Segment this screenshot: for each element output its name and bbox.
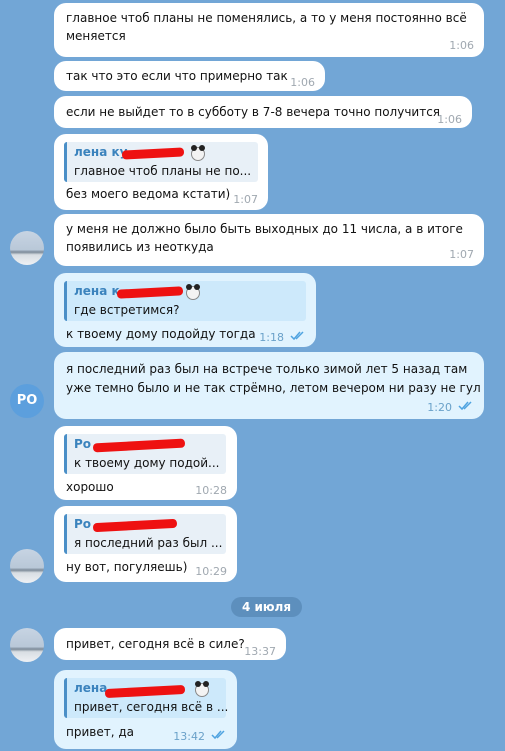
read-check-icon [458, 401, 472, 411]
read-check-icon [290, 331, 304, 341]
message-time: 1:06 [290, 76, 315, 89]
message-time: 13:37 [244, 645, 276, 658]
message-bubble[interactable]: у меня не должно было быть выходных до 1… [54, 214, 484, 266]
message-bubble[interactable]: Ро к твоему дому подой... хорошо 10:28 [54, 426, 237, 500]
reply-preview[interactable]: лена привет, сегодня всё в ... [64, 678, 229, 718]
message-text: я последний раз был на встрече только зи… [66, 362, 468, 376]
date-separator: 4 июля [231, 597, 302, 617]
message-time: 13:42 [173, 730, 205, 743]
message-time: 1:06 [437, 113, 462, 126]
message-bubble[interactable]: лена привет, сегодня всё в ... привет, д… [54, 670, 237, 749]
message-bubble[interactable]: главное чтоб планы не поменялись, а то у… [54, 3, 484, 57]
redaction-mark [92, 438, 186, 453]
panda-emoji-icon [186, 284, 200, 300]
read-check-icon [211, 730, 225, 740]
reply-author: лена к [74, 284, 120, 298]
reply-author: Ро [74, 437, 92, 451]
message-text: появились из неоткуда [66, 240, 214, 254]
message-bubble[interactable]: так что это если что примерно так 1:06 [54, 61, 325, 91]
message-text: к твоему дому подойду тогда [66, 327, 256, 341]
redaction-mark [116, 286, 184, 299]
avatar[interactable] [10, 549, 44, 583]
redaction-mark [121, 147, 185, 160]
message-bubble[interactable]: Ро я последний раз был ... ну вот, погул… [54, 506, 237, 582]
reply-author: лена [74, 681, 108, 695]
message-bubble[interactable]: лена к где встретимся? к твоему дому под… [54, 273, 316, 347]
message-text: меняется [66, 29, 126, 43]
message-time: 1:07 [233, 193, 258, 206]
redaction-mark [104, 684, 186, 699]
message-text: ну вот, погуляешь) [66, 560, 188, 574]
panda-emoji-icon [191, 145, 205, 161]
message-text: привет, да [66, 725, 134, 739]
message-time: 10:28 [195, 484, 227, 497]
reply-snippet: я последний раз был ... [74, 536, 223, 550]
reply-preview[interactable]: лена к где встретимся? [64, 281, 306, 321]
reply-author: Ро [74, 517, 92, 531]
reply-snippet: где встретимся? [74, 303, 180, 317]
message-text: так что это если что примерно так [66, 69, 288, 83]
message-text: без моего ведома кстати) [66, 187, 231, 201]
avatar[interactable]: РО [10, 384, 44, 418]
reply-author: лена ку [74, 145, 128, 159]
message-text: у меня не должно было быть выходных до 1… [66, 222, 463, 236]
message-time: 10:29 [195, 565, 227, 578]
redaction-mark [92, 518, 178, 533]
message-time: 1:07 [449, 248, 474, 261]
message-time: 1:18 [259, 331, 284, 344]
message-bubble[interactable]: привет, сегодня всё в силе? 13:37 [54, 628, 286, 660]
message-text: уже темно было и не так стрёмно, летом в… [66, 381, 481, 395]
reply-preview[interactable]: Ро к твоему дому подой... [64, 434, 226, 474]
message-text: главное чтоб планы не поменялись, а то у… [66, 11, 467, 25]
message-time: 1:20 [427, 401, 452, 414]
reply-snippet: привет, сегодня всё в ... [74, 700, 229, 714]
message-text: привет, сегодня всё в силе? [66, 637, 245, 651]
reply-snippet: к твоему дому подой... [74, 456, 220, 470]
message-text: хорошо [66, 480, 114, 494]
reply-snippet: главное чтоб планы не по... [74, 164, 252, 178]
message-bubble[interactable]: я последний раз был на встрече только зи… [54, 352, 484, 419]
message-bubble[interactable]: лена ку главное чтоб планы не по... без … [54, 134, 268, 210]
message-bubble[interactable]: если не выйдет то в субботу в 7-8 вечера… [54, 96, 472, 128]
avatar[interactable] [10, 231, 44, 265]
reply-preview[interactable]: Ро я последний раз был ... [64, 514, 226, 554]
avatar[interactable] [10, 628, 44, 662]
message-text: если не выйдет то в субботу в 7-8 вечера… [66, 105, 441, 119]
reply-preview[interactable]: лена ку главное чтоб планы не по... [64, 142, 258, 182]
message-time: 1:06 [449, 39, 474, 52]
panda-emoji-icon [195, 681, 209, 697]
